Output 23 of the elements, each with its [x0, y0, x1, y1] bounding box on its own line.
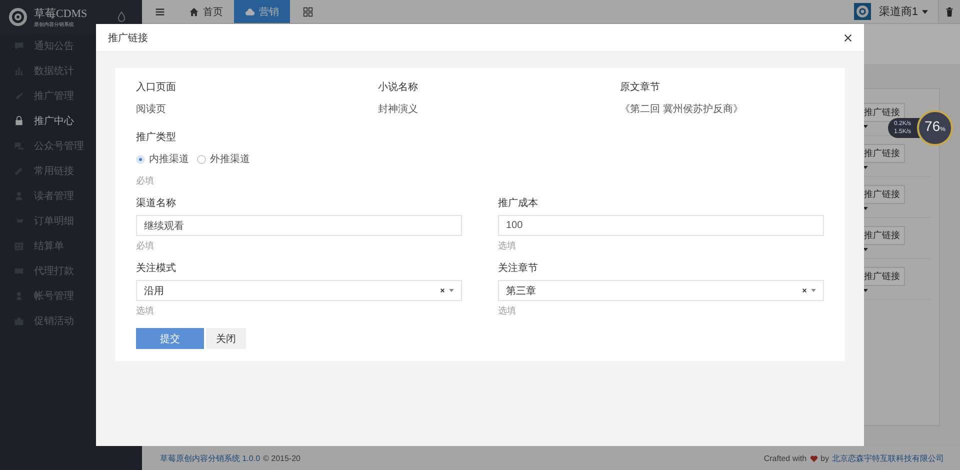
- field-value: 《第二回 冀州侯苏护反商》: [620, 102, 744, 116]
- field-label: 推广成本: [498, 196, 539, 210]
- copyright-text: © 2015-20: [263, 454, 300, 462]
- field-label: 渠道名称: [136, 196, 177, 210]
- hint-text: 必填: [136, 240, 155, 252]
- brand-name: 草莓CDMS: [34, 6, 88, 20]
- field-value: 阅读页: [136, 102, 167, 116]
- field-label: 小说名称: [378, 80, 419, 94]
- field-label: 关注章节: [498, 262, 539, 275]
- footer-text: by: [820, 454, 829, 462]
- hint-text: 选填: [498, 240, 517, 252]
- hint-text: 选填: [136, 305, 155, 318]
- footer-text: Crafted with: [764, 454, 807, 462]
- radio-label: 内推渠道: [149, 152, 189, 166]
- field-label: 入口页面: [136, 80, 177, 94]
- field-value: 封神演义: [378, 102, 419, 116]
- field-label: 关注模式: [136, 262, 177, 275]
- hint-text: 选填: [498, 305, 517, 318]
- dialog-title: 推广链接: [108, 32, 148, 44]
- radio-label: 外推渠道: [210, 152, 250, 166]
- field-label: 原文章节: [620, 80, 661, 94]
- hint-text: 必填: [136, 175, 155, 188]
- field-label: 推广类型: [136, 130, 177, 144]
